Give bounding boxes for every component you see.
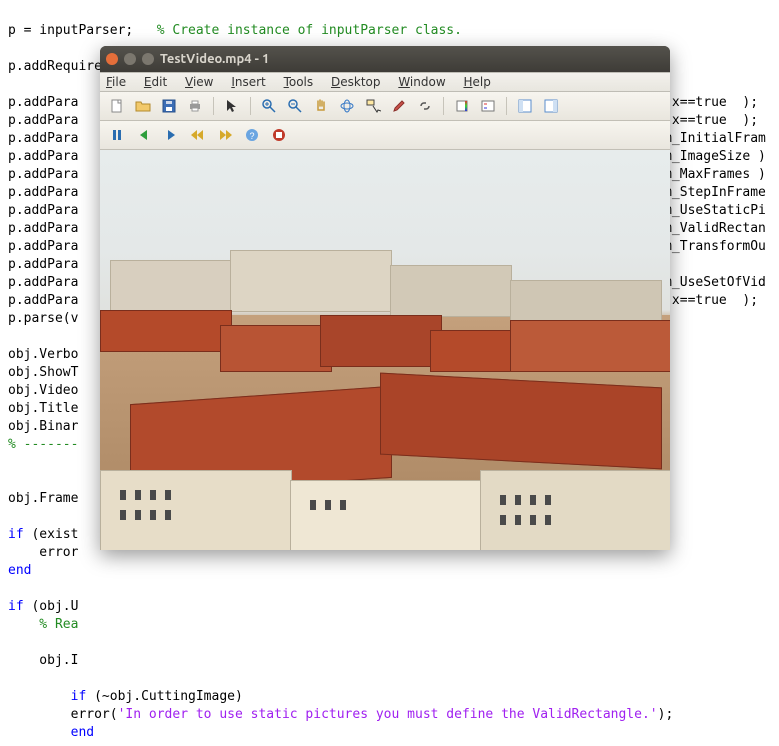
- code: p.addPara: [8, 203, 78, 218]
- code: end: [39, 725, 94, 740]
- save-icon[interactable]: [158, 95, 180, 117]
- code: p.addPara: [8, 239, 78, 254]
- separator: [250, 97, 251, 115]
- menu-desktop[interactable]: Desktop: [331, 75, 381, 89]
- code: [8, 725, 39, 740]
- code: end: [8, 563, 31, 578]
- code: if: [8, 527, 31, 542]
- code: p.addPara: [8, 221, 78, 236]
- code: p.addPara: [8, 113, 78, 128]
- figure-window[interactable]: TestVideo.mp4 - 1 File Edit View Insert …: [100, 46, 670, 550]
- code: obj.Video: [8, 383, 78, 398]
- open-folder-icon[interactable]: [132, 95, 154, 117]
- code: p = inputParser;: [8, 23, 157, 38]
- code: obj.Binar: [8, 419, 78, 434]
- zoom-out-icon[interactable]: [284, 95, 306, 117]
- window-maximize-icon[interactable]: [142, 53, 154, 65]
- rotate-3d-icon[interactable]: [336, 95, 358, 117]
- last-frame-icon[interactable]: [214, 124, 236, 146]
- window-title: TestVideo.mp4 - 1: [160, 52, 269, 66]
- code: 'In order to use static pictures you mus…: [118, 707, 658, 722]
- separator: [443, 97, 444, 115]
- first-frame-icon[interactable]: [187, 124, 209, 146]
- code: p.addPara: [8, 275, 78, 290]
- print-icon[interactable]: [184, 95, 206, 117]
- link-icon[interactable]: [414, 95, 436, 117]
- code: % -------: [8, 437, 78, 452]
- code: if: [8, 599, 31, 614]
- code: [8, 689, 39, 704]
- zoom-in-icon[interactable]: [258, 95, 280, 117]
- code: % Create instance of inputParser class.: [157, 23, 462, 38]
- window-minimize-icon[interactable]: [124, 53, 136, 65]
- step-back-icon[interactable]: [133, 124, 155, 146]
- plot-tools-show-icon[interactable]: [540, 95, 562, 117]
- code: obj.Frame: [8, 491, 78, 506]
- code: p.addPara: [8, 185, 78, 200]
- menu-file[interactable]: File: [106, 75, 126, 89]
- play-icon[interactable]: [160, 124, 182, 146]
- code: );: [658, 707, 674, 722]
- menu-bar: File Edit View Insert Tools Desktop Wind…: [100, 72, 670, 92]
- pointer-icon[interactable]: [221, 95, 243, 117]
- brush-icon[interactable]: [388, 95, 410, 117]
- menu-insert[interactable]: Insert: [231, 75, 265, 89]
- menu-window[interactable]: Window: [398, 75, 445, 89]
- code: obj.ShowT: [8, 365, 78, 380]
- plot-tools-hide-icon[interactable]: [514, 95, 536, 117]
- stop-icon[interactable]: [268, 124, 290, 146]
- titlebar[interactable]: TestVideo.mp4 - 1: [100, 46, 670, 72]
- code: (exist: [31, 527, 78, 542]
- code: p.addPara: [8, 257, 78, 272]
- figure-canvas[interactable]: [100, 150, 670, 550]
- code: obj.Title: [8, 401, 78, 416]
- code: p.parse(v: [8, 311, 78, 326]
- separator: [213, 97, 214, 115]
- code: p.addPara: [8, 167, 78, 182]
- menu-help[interactable]: Help: [463, 75, 490, 89]
- code: % Rea: [8, 617, 78, 632]
- code: error: [8, 545, 78, 560]
- pause-icon[interactable]: [106, 124, 128, 146]
- window-close-icon[interactable]: [106, 53, 118, 65]
- code: p.addPara: [8, 131, 78, 146]
- code: p.addPara: [8, 293, 78, 308]
- svg-text:?: ?: [249, 131, 254, 141]
- menu-tools[interactable]: Tools: [284, 75, 314, 89]
- code: p.addPara: [8, 149, 78, 164]
- video-frame-image: [100, 150, 670, 550]
- menu-view[interactable]: View: [185, 75, 213, 89]
- code: (obj.U: [31, 599, 78, 614]
- toolbar-main: [100, 92, 670, 121]
- new-file-icon[interactable]: [106, 95, 128, 117]
- toolbar-video: ?: [100, 121, 670, 150]
- separator: [506, 97, 507, 115]
- legend-icon[interactable]: [477, 95, 499, 117]
- code: obj.I: [8, 653, 78, 668]
- menu-edit[interactable]: Edit: [144, 75, 167, 89]
- colorbar-icon[interactable]: [451, 95, 473, 117]
- code: (~obj.CuttingImage): [94, 689, 243, 704]
- code: p.addPara: [8, 95, 78, 110]
- help-icon[interactable]: ?: [241, 124, 263, 146]
- code: error(: [8, 707, 118, 722]
- pan-icon[interactable]: [310, 95, 332, 117]
- data-cursor-icon[interactable]: [362, 95, 384, 117]
- code: obj.Verbo: [8, 347, 78, 362]
- code: if: [39, 689, 94, 704]
